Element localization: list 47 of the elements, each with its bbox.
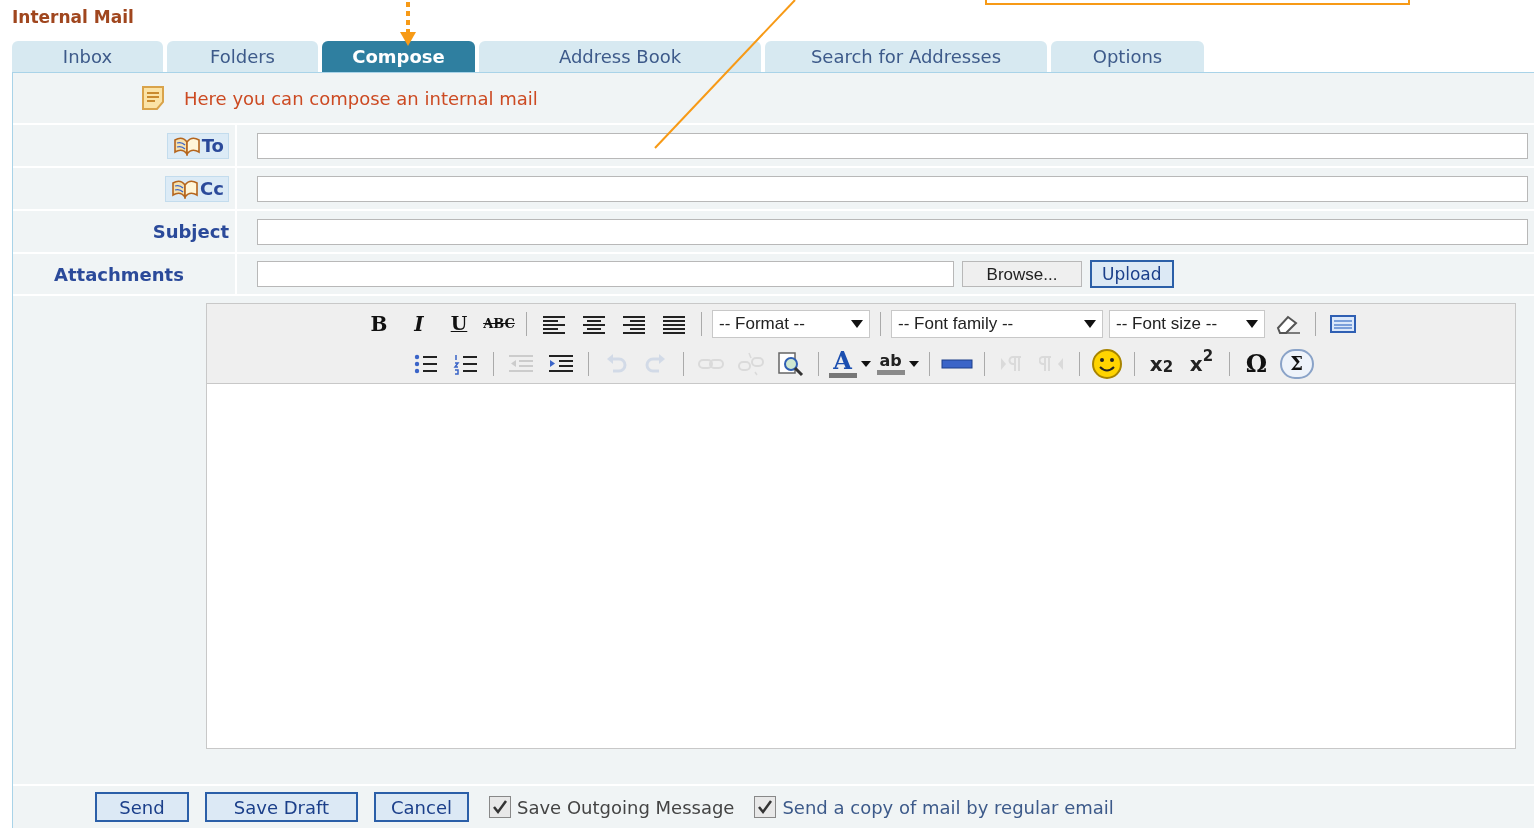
file-path-field[interactable] bbox=[257, 261, 954, 287]
caret-icon bbox=[860, 360, 871, 367]
caret-icon bbox=[1084, 319, 1096, 328]
dropdown[interactable]: -- Font family -- bbox=[891, 309, 1103, 338]
address-book-icon bbox=[170, 178, 201, 199]
toolbar-button[interactable]: x$_{2}$ bbox=[1144, 348, 1179, 379]
text-field[interactable] bbox=[257, 132, 1528, 159]
caret-icon bbox=[1246, 319, 1258, 328]
checkbox[interactable] bbox=[489, 796, 511, 818]
caret-icon bbox=[908, 360, 919, 367]
checkbox-label: Save Outgoing Message bbox=[517, 795, 735, 820]
toolbar-button[interactable]: B bbox=[362, 308, 396, 339]
address-book-icon bbox=[171, 135, 202, 156]
tab[interactable]: Folders bbox=[167, 41, 318, 72]
action-button[interactable]: Send bbox=[95, 792, 189, 822]
toolbar-button[interactable]: Σ bbox=[1279, 348, 1314, 379]
text-field[interactable] bbox=[257, 175, 1528, 202]
field-label: Attachments bbox=[54, 262, 184, 287]
tab[interactable]: Inbox bbox=[12, 41, 163, 72]
toolbar-button[interactable]: A bbox=[828, 348, 871, 379]
address-book-button[interactable]: To bbox=[166, 132, 229, 159]
dropdown[interactable]: -- Format -- bbox=[712, 309, 870, 338]
toolbar-button[interactable]: Ω bbox=[1239, 348, 1274, 379]
action-button[interactable]: Cancel bbox=[374, 792, 469, 822]
address-book-button[interactable]: Cc bbox=[165, 175, 229, 202]
browse-button[interactable]: Browse... bbox=[962, 261, 1082, 287]
annotation-arrow bbox=[400, 2, 416, 46]
toolbar-button[interactable]: U bbox=[442, 308, 476, 339]
text-field[interactable] bbox=[257, 218, 1528, 245]
toolbar-button[interactable]: ABC bbox=[482, 308, 516, 339]
tab[interactable]: Compose bbox=[322, 41, 475, 72]
caret-icon bbox=[851, 319, 863, 328]
toolbar-button[interactable]: I bbox=[402, 308, 436, 339]
page-title: Internal Mail bbox=[12, 6, 134, 29]
tab[interactable]: Options bbox=[1051, 41, 1204, 72]
notice-text: Here you can compose an internal mail bbox=[184, 86, 538, 111]
upload-button[interactable]: Upload bbox=[1090, 260, 1174, 288]
toolbar-button[interactable]: ab bbox=[876, 348, 919, 379]
dropdown[interactable]: -- Font size -- bbox=[1109, 309, 1265, 338]
checkbox[interactable] bbox=[754, 796, 777, 818]
note-icon bbox=[140, 85, 166, 111]
tab[interactable]: Search for Addresses bbox=[765, 41, 1047, 72]
tab[interactable]: Address Book bbox=[479, 41, 761, 72]
action-button[interactable]: Save Draft bbox=[205, 792, 358, 822]
field-label: Subject bbox=[152, 220, 229, 244]
checkbox-label: Send a copy of mail by regular email bbox=[782, 795, 1114, 820]
toolbar-button[interactable]: x$^{2}$ bbox=[1184, 348, 1219, 379]
